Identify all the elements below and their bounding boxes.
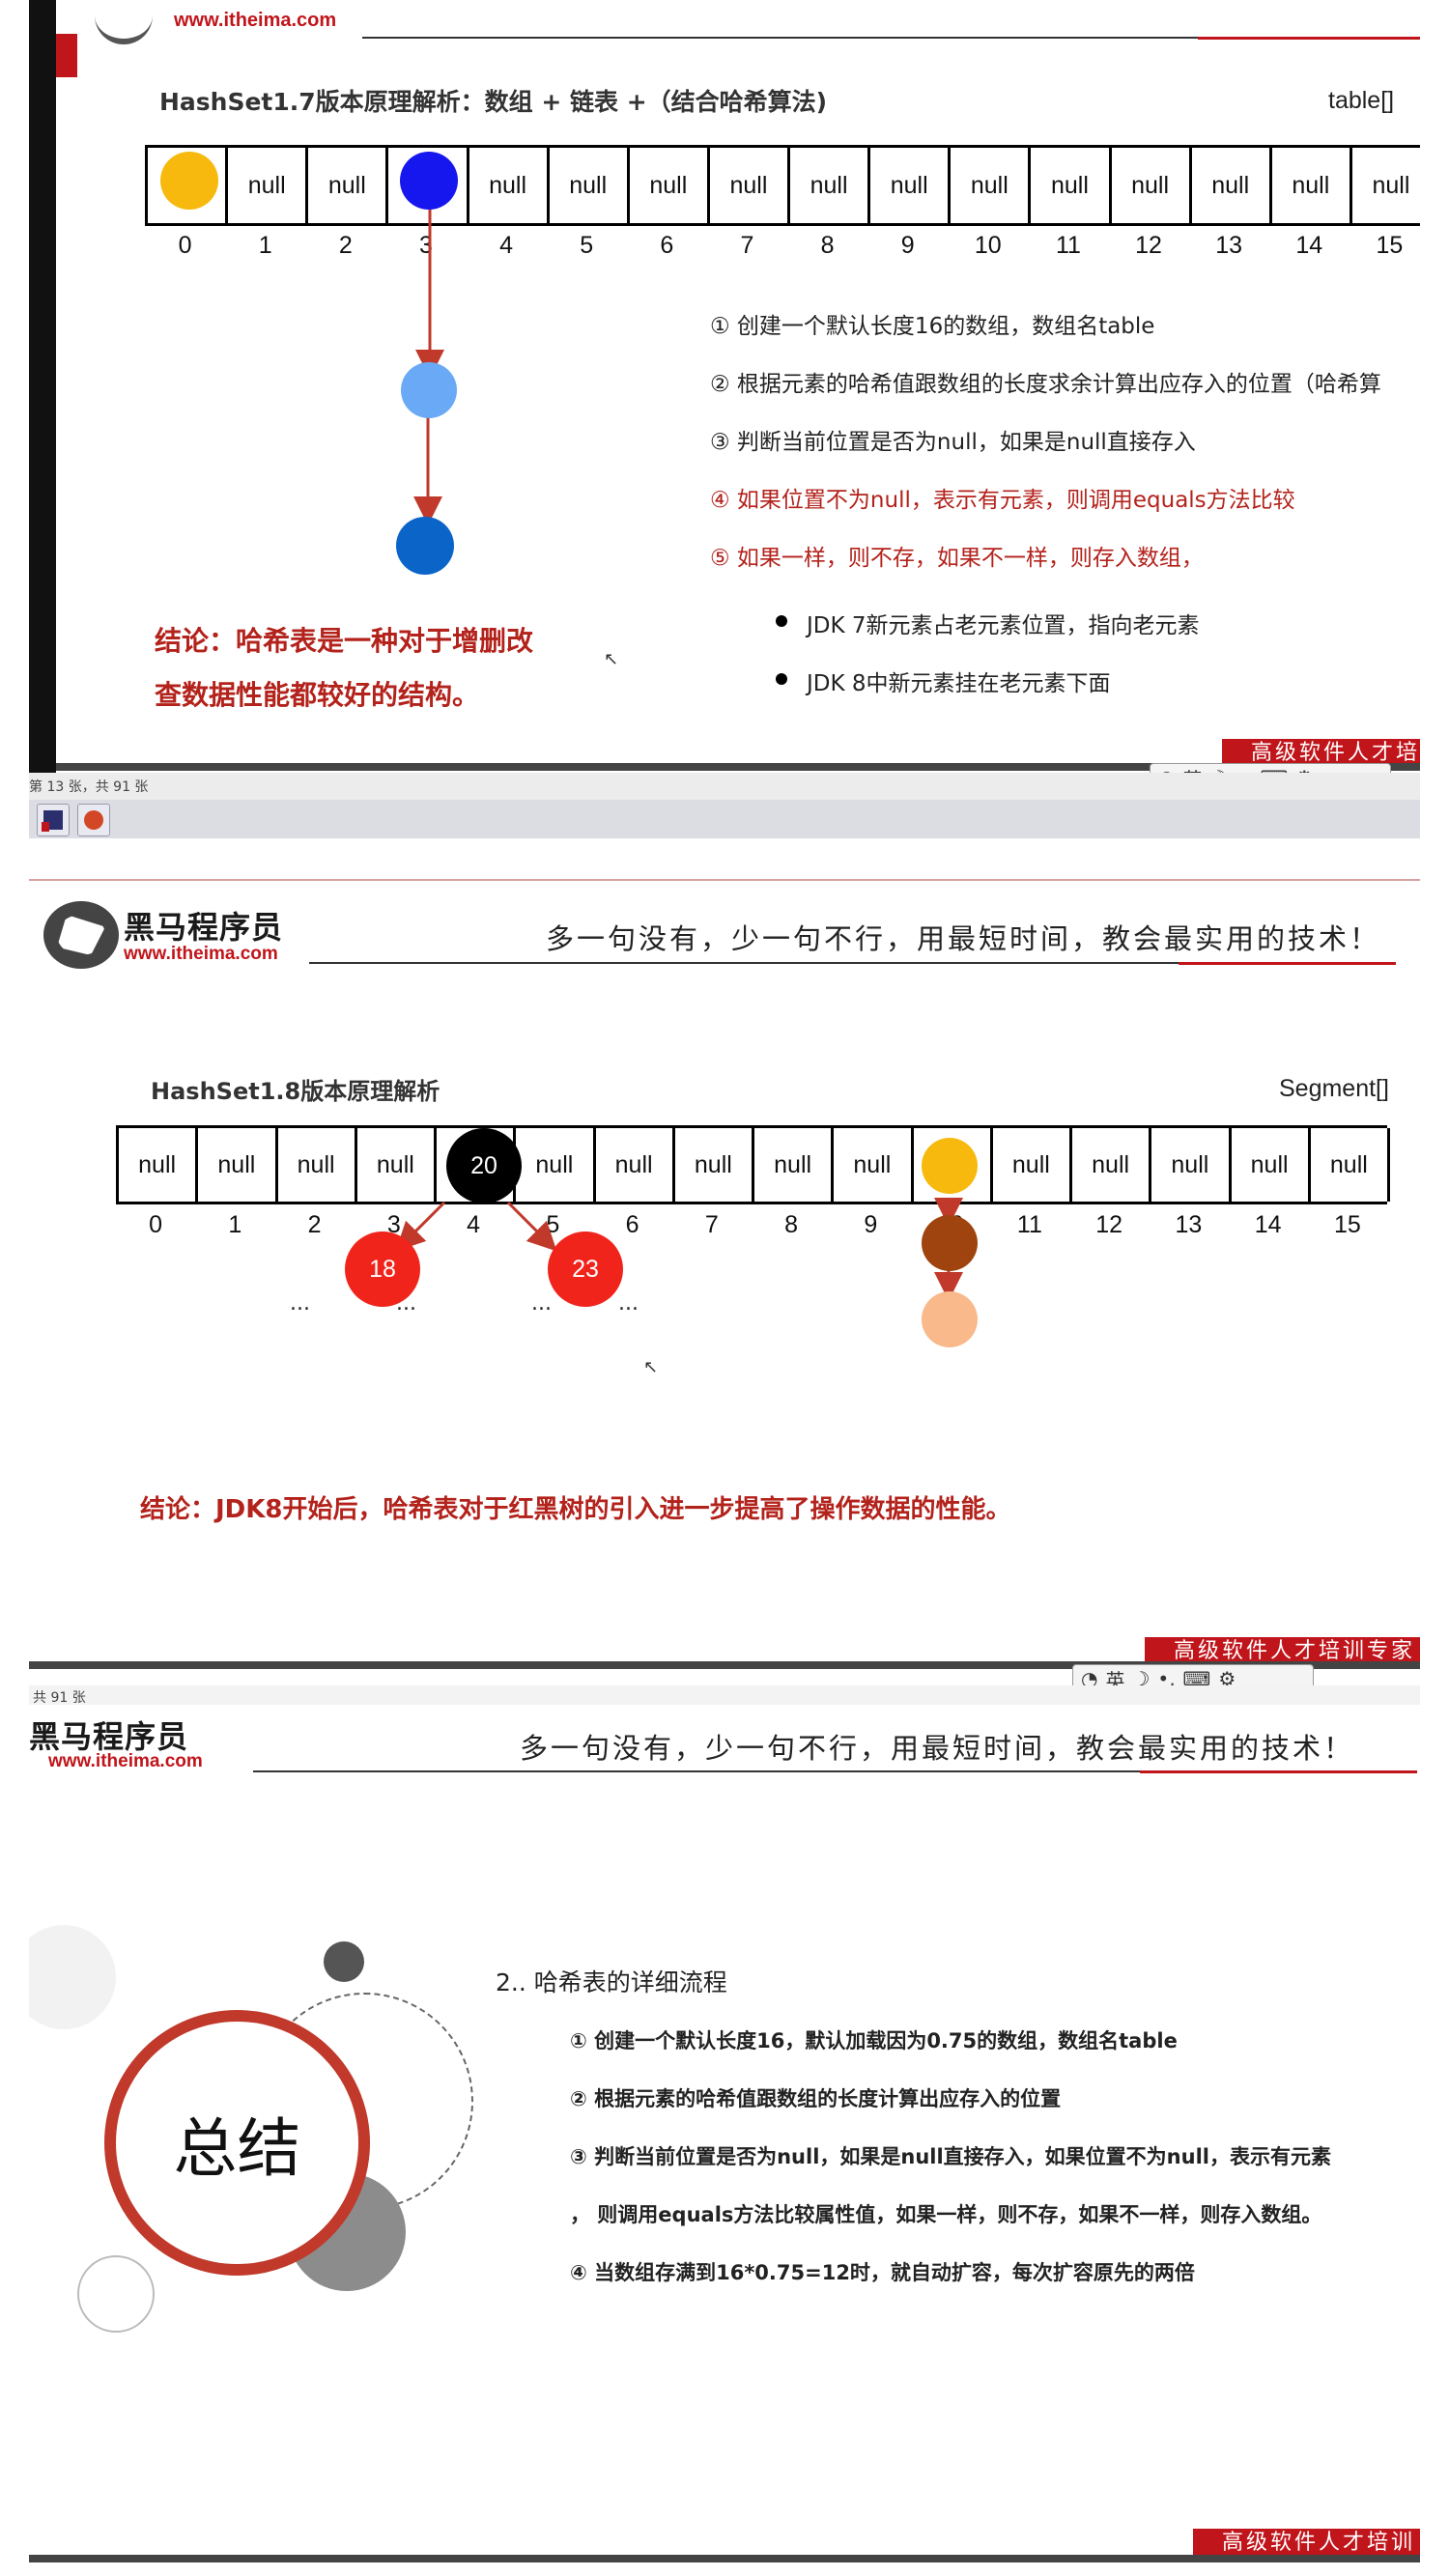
window-divider — [29, 879, 1420, 881]
gear-icon: ⚙ — [1218, 1667, 1236, 1685]
step-5: ⑤ 如果一样，则不存，如果不一样，则存入数组， — [710, 546, 1204, 571]
bottom-gray-bar — [29, 2555, 1420, 2562]
tree-diagram — [395, 1198, 963, 1301]
ime-logo-icon: ◔ — [1081, 1667, 1098, 1685]
ime-toolbar[interactable]: ◔ 英 ☽ •, ⌨ ⚙ — [1150, 763, 1391, 773]
tree-arrow-right — [506, 1201, 557, 1252]
step-4: ④ 如果位置不为null，表示有元素，则调用equals方法比较 — [710, 488, 1295, 513]
keyboard-icon: ⌨ — [1182, 1667, 1211, 1685]
node-darkblue — [396, 517, 454, 575]
status-bar: 第 13 张，共 91 张 — [29, 773, 1420, 800]
node-brown — [922, 1215, 978, 1271]
taskbar-app-idea-icon[interactable] — [37, 804, 70, 836]
section-heading: 2.. 哈希表的详细流程 — [496, 1968, 727, 1996]
punct-icon: •, — [1157, 1667, 1176, 1685]
node-20: 20 — [446, 1128, 522, 1203]
ime-toolbar[interactable]: ◔ 英 ☽ •, ⌨ ⚙ — [1072, 1664, 1314, 1685]
slide-hashset-1-7: www.itheima.com HashSet1.7版本原理解析：数组 + 链表… — [29, 0, 1420, 773]
conclusion-line-1: 结论：哈希表是一种对于增删改 — [155, 625, 534, 657]
moon-icon: ☽ — [1209, 766, 1227, 773]
tree-arrow-left — [395, 1201, 446, 1252]
summary-word: 总结 — [173, 2110, 301, 2186]
ellipsis-1: ... — [290, 1291, 310, 1316]
deco-circle-darkgray-small — [324, 1941, 364, 1982]
keyboard-icon: ⌨ — [1261, 766, 1289, 773]
slide-summary: 黑马程序员 www.itheima.com 多一句没有，少一句不行，用最短时间，… — [29, 1705, 1420, 2576]
moon-icon: ☽ — [1132, 1667, 1151, 1685]
step-3: ③ 判断当前位置是否为null，如果是null直接存入 — [710, 430, 1196, 455]
summary-item-4: ， 则调用equals方法比较属性值，如果一样，则不存，如果不一样，则存入数组。 — [570, 2203, 1322, 2226]
node-blue — [400, 152, 458, 210]
slogan: 多一句没有，少一句不行，用最短时间，教会最实用的技术！ — [520, 1732, 1355, 1765]
gear-icon: ⚙ — [1295, 766, 1313, 773]
ime-lang: 英 — [1105, 1668, 1125, 1686]
conclusion: 结论：JDK8开始后，哈希表对于红黑树的引入进一步提高了操作数据的性能。 — [140, 1495, 1011, 1524]
deco-circle-outline — [77, 2255, 155, 2333]
taskbar — [29, 800, 1420, 838]
ribbon-banner: 高级软件人才培训 — [1193, 2529, 1420, 2558]
ime-logo-icon: ◔ — [1158, 766, 1175, 773]
node-peach — [922, 1291, 978, 1347]
node-lightblue — [401, 362, 457, 418]
punct-icon: •, — [1235, 766, 1252, 773]
slide-counter: 第 13 张，共 91 张 — [29, 779, 149, 795]
summary-item-2: ② 根据元素的哈希值跟数组的长度计算出应存入的位置 — [570, 2087, 1062, 2110]
conclusion-line-2: 查数据性能都较好的结构。 — [155, 679, 480, 711]
node-yellow — [922, 1138, 978, 1194]
deco-circle-lightgray — [29, 1925, 116, 2029]
mouse-cursor-icon: ↖ — [643, 1357, 659, 1377]
node-yellow — [160, 152, 218, 210]
summary-item-5: ④ 当数组存满到16*0.75=12时，就自动扩容，每次扩容原先的两倍 — [570, 2261, 1195, 2284]
ellipsis-4: ... — [618, 1291, 639, 1316]
mouse-cursor-icon: ↖ — [604, 649, 619, 669]
slide-hashset-1-8: 黑马程序员 www.itheima.com 多一句没有，少一句不行，用最短时间，… — [29, 884, 1420, 1685]
ellipsis-3: ... — [531, 1291, 552, 1316]
taskbar-app-powerpoint-icon[interactable] — [77, 804, 110, 836]
status-bar-2: 共 91 张 — [29, 1685, 1420, 1706]
node-23: 23 — [548, 1231, 623, 1307]
summary-item-3: ③ 判断当前位置是否为null，如果是null直接存入，如果位置不为null，表… — [570, 2145, 1331, 2168]
ellipsis-2: ... — [396, 1291, 416, 1316]
ime-lang: 英 — [1182, 764, 1202, 774]
bullet-jdk7: JDK 7新元素占老元素位置，指向老元素 — [776, 607, 1200, 639]
summary-ring: 总结 — [104, 2010, 370, 2276]
brand-url: www.itheima.com — [48, 1751, 203, 1771]
summary-item-1: ① 创建一个默认长度16，默认加载因为0.75的数组，数组名table — [570, 2029, 1178, 2052]
header-rule-red — [1140, 1770, 1417, 1773]
slide-counter: 共 91 张 — [33, 1690, 86, 1706]
step-1: ① 创建一个默认长度16的数组，数组名table — [710, 314, 1155, 339]
bullet-jdk8: JDK 8中新元素挂在老元素下面 — [776, 665, 1111, 697]
step-2: ② 根据元素的哈希值跟数组的长度求余计算出应存入的位置（哈希算 — [710, 372, 1381, 397]
